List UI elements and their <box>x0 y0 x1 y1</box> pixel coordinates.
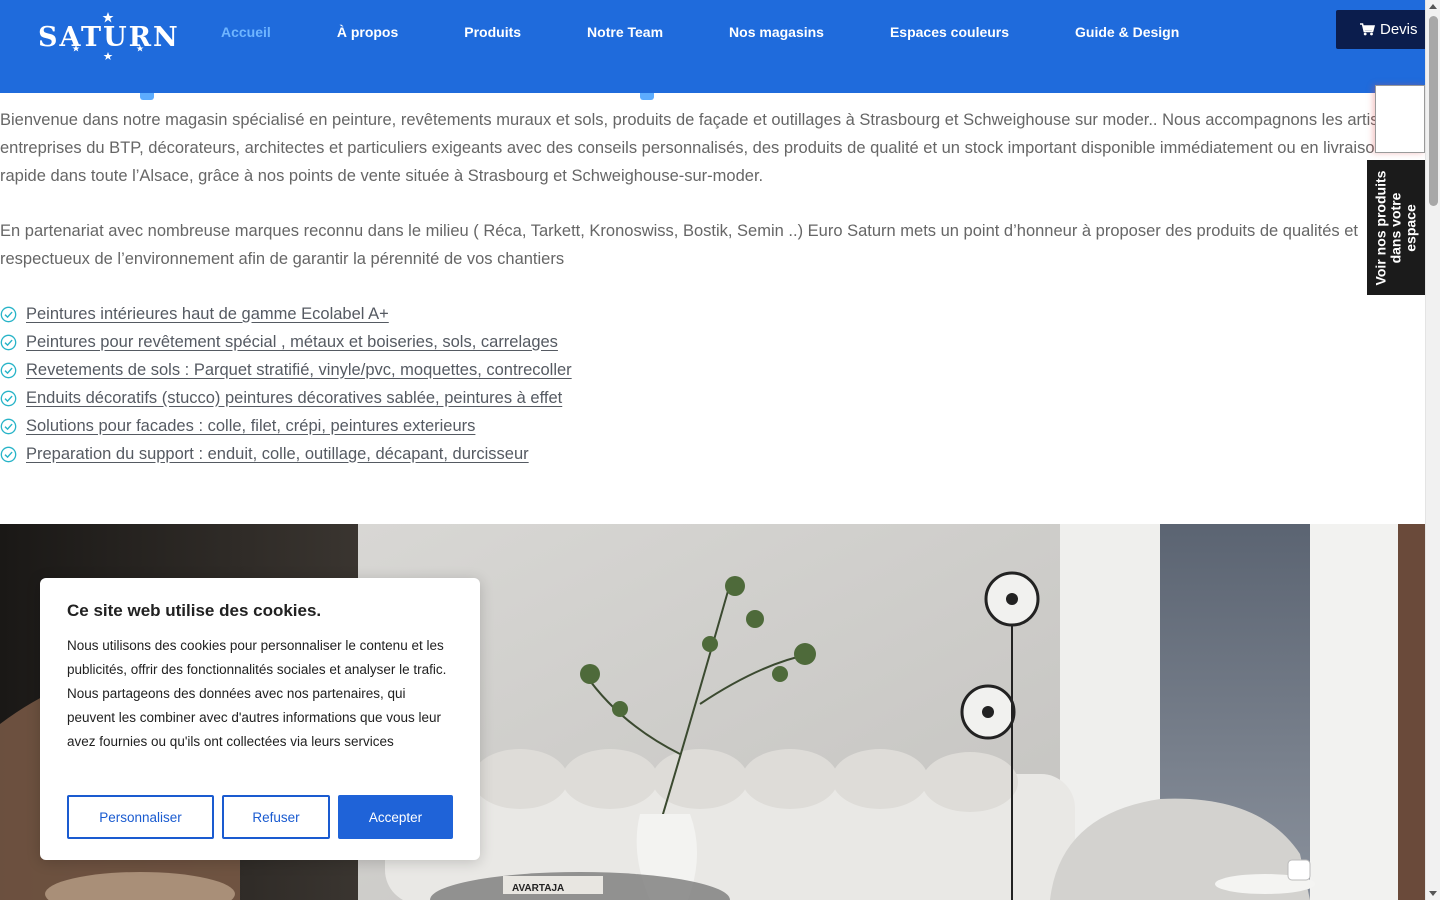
check-circle-icon <box>0 390 17 406</box>
logo-text: SATURN <box>38 22 180 53</box>
nav-item-espaces-couleurs[interactable]: Espaces couleurs <box>890 24 1009 40</box>
side-tab-label: Voir nos produits dans votre espace <box>1372 170 1419 285</box>
check-circle-icon <box>0 418 17 434</box>
scrollbar-thumb[interactable] <box>1429 16 1438 206</box>
intro-text: Bienvenue dans notre magasin spécialisé … <box>0 106 1425 300</box>
cookie-refuse-button[interactable]: Refuser <box>222 795 330 839</box>
feature-item: Solutions pour facades : colle, filet, c… <box>0 412 572 440</box>
nav-item-a-propos[interactable]: À propos <box>337 24 398 40</box>
cookie-title: Ce site web utilise des cookies. <box>67 601 322 620</box>
check-circle-icon <box>0 306 17 322</box>
intro-paragraph-1: Bienvenue dans notre magasin spécialisé … <box>0 111 1410 185</box>
nav-item-produits[interactable]: Produits <box>464 24 521 40</box>
side-tab-view-in-space[interactable]: Voir nos produits dans votre espace <box>1367 160 1425 295</box>
nav-item-nos-magasins[interactable]: Nos magasins <box>729 24 824 40</box>
cart-icon <box>1360 23 1375 36</box>
check-circle-icon <box>0 334 17 350</box>
cookie-accept-button[interactable]: Accepter <box>338 795 453 839</box>
devis-button[interactable]: Devis <box>1336 10 1436 49</box>
cookie-text: Nous utilisons des cookies pour personna… <box>67 638 447 749</box>
feature-item: Enduits décoratifs (stucco) peintures dé… <box>0 384 572 412</box>
cookie-customize-button[interactable]: Personnaliser <box>67 795 214 839</box>
check-circle-icon <box>0 362 17 378</box>
feature-item: Revetements de sols : Parquet stratifié,… <box>0 356 572 384</box>
main-nav: Accueil À propos Produits Notre Team Nos… <box>221 24 1179 40</box>
feature-list: Peintures intérieures haut de gamme Ecol… <box>0 300 572 468</box>
scroll-down-arrow-icon[interactable] <box>1429 891 1437 896</box>
check-circle-icon <box>0 446 17 462</box>
feature-item: Peintures pour revêtement spécial , méta… <box>0 328 572 356</box>
nav-item-notre-team[interactable]: Notre Team <box>587 24 663 40</box>
feature-link-enduits-decoratifs[interactable]: Enduits décoratifs (stucco) peintures dé… <box>26 389 562 408</box>
devis-label: Devis <box>1380 21 1418 38</box>
side-widget-box[interactable] <box>1375 85 1425 153</box>
feature-item: Preparation du support : enduit, colle, … <box>0 440 572 468</box>
feature-link-revetements-sols[interactable]: Revetements de sols : Parquet stratifié,… <box>26 361 572 380</box>
intro-paragraph-2: En partenariat avec nombreuse marques re… <box>0 222 1358 268</box>
feature-link-preparation-support[interactable]: Preparation du support : enduit, colle, … <box>26 445 529 464</box>
page-scrollbar[interactable] <box>1425 0 1440 900</box>
nav-item-accueil[interactable]: Accueil <box>221 24 271 40</box>
site-header: SATURN Accueil À propos Produits Notre T… <box>0 0 1436 93</box>
scroll-up-arrow-icon[interactable] <box>1429 4 1437 9</box>
nav-item-guide-design[interactable]: Guide & Design <box>1075 24 1179 40</box>
feature-link-revetement-special[interactable]: Peintures pour revêtement spécial , méta… <box>26 333 558 352</box>
feature-item: Peintures intérieures haut de gamme Ecol… <box>0 300 572 328</box>
book-label: AVARTAJA <box>512 883 564 894</box>
feature-link-peintures-interieures[interactable]: Peintures intérieures haut de gamme Ecol… <box>26 305 389 324</box>
feature-link-facades[interactable]: Solutions pour facades : colle, filet, c… <box>26 417 475 436</box>
saturn-logo[interactable]: SATURN <box>38 12 178 62</box>
cookie-consent-dialog: Ce site web utilise des cookies. Nous ut… <box>40 578 480 860</box>
